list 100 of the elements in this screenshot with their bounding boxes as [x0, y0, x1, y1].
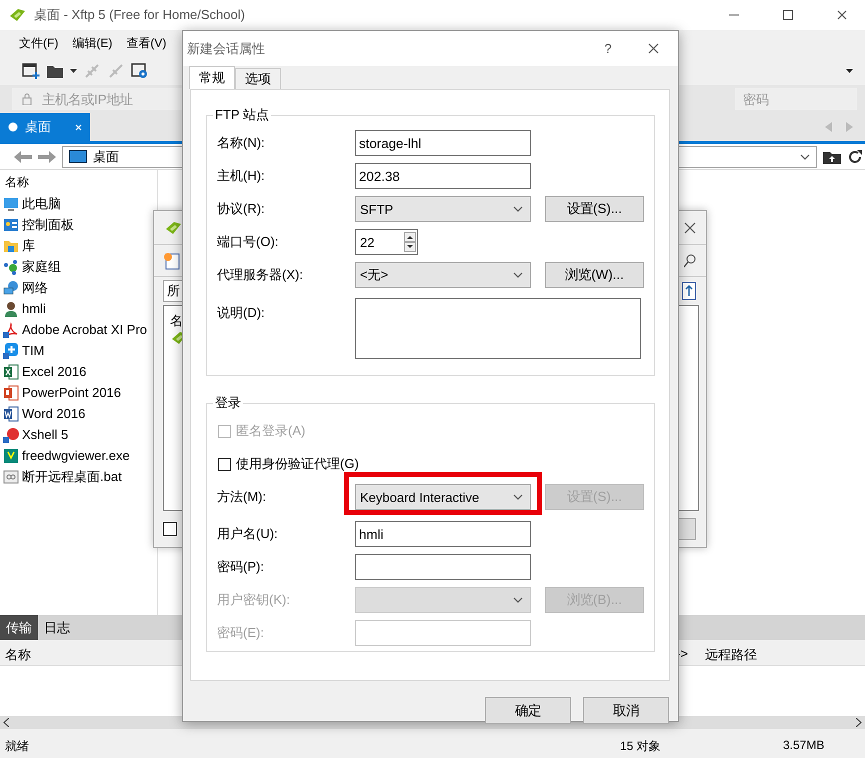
host-field[interactable]: 主机名或IP地址	[40, 90, 204, 108]
menu-item[interactable]: 编辑(E)	[67, 35, 118, 52]
search-icon[interactable]	[684, 254, 696, 268]
input-field[interactable]: hmli	[355, 521, 531, 547]
app-icon	[3, 448, 19, 464]
field-label: 代理服务器(X):	[217, 266, 304, 284]
chevron-down-icon	[513, 272, 523, 278]
field-label: 方法(M):	[217, 488, 268, 506]
action-button[interactable]: 设置(S)...	[545, 196, 644, 222]
leaf-logo-icon	[8, 7, 26, 23]
dropdown[interactable]: <无>	[355, 262, 531, 288]
column-header[interactable]: 名	[170, 312, 183, 330]
file-item[interactable]: Excel 2016	[0, 361, 157, 382]
computer-icon	[3, 196, 19, 212]
file-item[interactable]: 断开远程桌面.bat	[0, 466, 157, 487]
file-item[interactable]: 此电脑	[0, 193, 157, 214]
monitor-icon	[69, 150, 87, 164]
settings-icon[interactable]	[131, 62, 149, 80]
forward-arrow-icon[interactable]	[38, 150, 56, 162]
caret-icon[interactable]	[70, 69, 77, 73]
user-icon	[3, 300, 19, 316]
tab[interactable]: 常规	[189, 66, 235, 89]
folder-icon[interactable]	[46, 63, 64, 79]
dropdown[interactable]: SFTP	[355, 196, 531, 222]
menu-item[interactable]: 文件(F)	[14, 35, 64, 52]
field-label: 密码(P):	[217, 558, 265, 576]
file-item[interactable]: 库	[0, 235, 157, 256]
dropdown[interactable]: Keyboard Interactive	[355, 484, 531, 510]
checkbox-label: 使用身份验证代理(G)	[236, 455, 359, 473]
port-spinner[interactable]: 22	[355, 229, 418, 255]
file-item[interactable]: Adobe Acrobat XI Pro	[0, 319, 157, 340]
password-field[interactable]: 密码	[735, 88, 857, 110]
group-title: 登录	[214, 394, 242, 412]
script-icon	[3, 468, 19, 484]
presentation-icon	[3, 384, 19, 400]
homegroup-icon	[3, 258, 19, 274]
file-item[interactable]: freedwgviewer.exe	[0, 445, 157, 466]
spin-arrows-icon[interactable]	[404, 232, 416, 252]
tab[interactable]: 桌面	[0, 113, 90, 141]
help-button[interactable]: ?	[588, 41, 628, 56]
file-item[interactable]: Word 2016	[0, 403, 157, 424]
spreadsheet-icon	[3, 364, 19, 380]
tab[interactable]: 选项	[235, 68, 281, 89]
checkbox[interactable]	[218, 458, 231, 470]
field-label: 说明(D):	[217, 304, 266, 322]
chevron-down-icon	[513, 597, 523, 603]
leaf-logo-icon	[164, 220, 182, 236]
checkbox[interactable]	[163, 522, 177, 536]
caret-icon[interactable]	[846, 69, 853, 73]
status-text: 就绪	[5, 738, 29, 755]
file-item[interactable]: Xshell 5	[0, 424, 157, 445]
field-label: 协议(R):	[217, 200, 266, 218]
field-label: 用户密钥(K):	[217, 591, 291, 609]
input-field[interactable]	[355, 554, 531, 580]
menu-item[interactable]: 查看(V)	[121, 35, 172, 52]
dot-icon	[8, 122, 18, 132]
shell-app-icon	[3, 426, 19, 442]
globe-icon	[3, 280, 19, 296]
field-label: 密码(E):	[217, 624, 265, 642]
column-header[interactable]: 远程路径	[705, 646, 757, 664]
back-arrow-icon[interactable]	[14, 150, 32, 162]
tab[interactable]: 传输	[0, 615, 38, 640]
column-header[interactable]: 名称	[0, 171, 157, 193]
tab[interactable]: 日志	[38, 615, 76, 640]
field-label: 主机(H):	[217, 167, 266, 185]
close-icon[interactable]	[648, 43, 658, 54]
new-file-icon[interactable]	[164, 252, 180, 270]
dialog-button[interactable]: 取消	[583, 697, 669, 724]
dialog-button[interactable]: 确定	[485, 697, 571, 724]
folder-up-icon[interactable]	[823, 150, 841, 164]
file-item[interactable]: 网络	[0, 277, 157, 298]
pdf-icon	[3, 322, 19, 338]
field-label: 名称(N):	[217, 134, 266, 152]
close-icon[interactable]	[837, 10, 847, 20]
close-icon[interactable]	[684, 222, 696, 234]
input-field[interactable]: storage-lhl	[355, 130, 531, 156]
chevron-down-icon	[513, 494, 523, 500]
file-item[interactable]: TIM	[0, 340, 157, 361]
column-header[interactable]: 名称	[5, 646, 31, 664]
file-item[interactable]: 家庭组	[0, 256, 157, 277]
star-app-icon	[3, 342, 19, 358]
maximize-icon[interactable]	[783, 10, 793, 20]
dialog-title: 新建会话属性	[187, 40, 265, 58]
new-window-icon[interactable]	[22, 62, 40, 80]
object-count: 15 对象	[620, 738, 661, 755]
group-title: FTP 站点	[214, 106, 270, 124]
file-item[interactable]: hmli	[0, 298, 157, 319]
field-label: 端口号(O):	[217, 233, 280, 251]
field-label: 用户名(U):	[217, 525, 279, 543]
description-field[interactable]	[355, 298, 641, 359]
window-title: 桌面 - Xftp 5 (Free for Home/School)	[34, 6, 245, 24]
total-size: 3.57MB	[783, 738, 824, 752]
file-item[interactable]: 控制面板	[0, 214, 157, 235]
control-panel-icon	[3, 216, 19, 232]
lock-icon	[22, 93, 32, 105]
document-icon	[3, 406, 19, 422]
input-field[interactable]: 202.38	[355, 163, 531, 189]
refresh-icon[interactable]	[847, 148, 863, 164]
file-item[interactable]: PowerPoint 2016	[0, 382, 157, 403]
action-button[interactable]: 浏览(W)...	[545, 262, 644, 288]
